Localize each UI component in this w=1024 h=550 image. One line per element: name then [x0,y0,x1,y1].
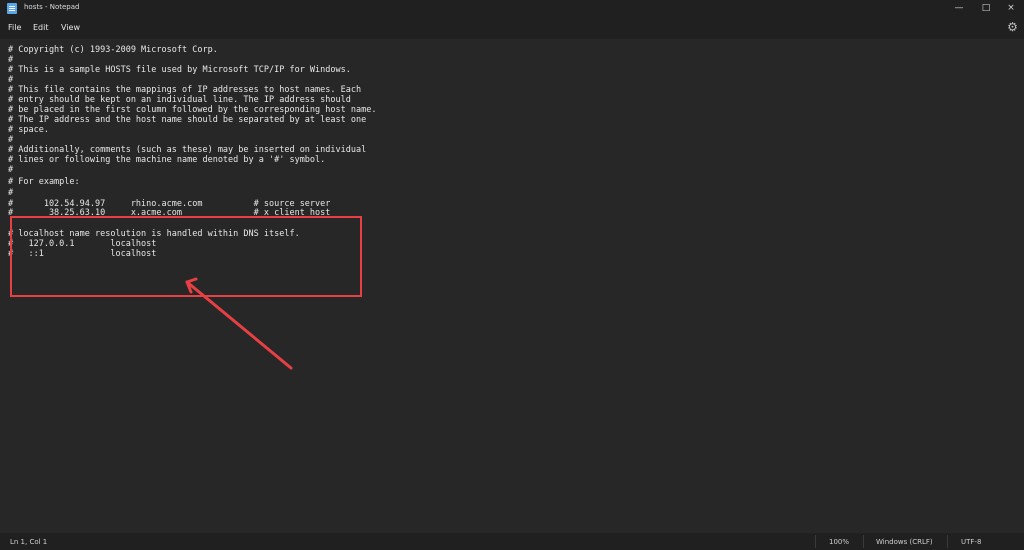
status-divider [947,535,948,548]
editor-line: # be placed in the first column followed… [8,105,377,115]
editor-line: # The IP address and the host name shoul… [8,115,367,125]
editor-line: # [8,165,14,175]
edit-menu[interactable]: Edit [33,23,49,32]
status-bar: Ln 1, Col 1 100% Windows (CRLF) UTF-8 [0,533,1024,550]
editor-line: # For example: [8,177,80,187]
editor-line: # [8,135,14,145]
editor-line: # space. [8,125,49,135]
maximize-button[interactable]: □ [972,0,1000,17]
notepad-icon [7,3,17,14]
status-divider [863,535,864,548]
status-divider [815,535,816,548]
editor-line: # [8,75,14,85]
view-menu[interactable]: View [61,23,80,32]
window-title: hosts - Notepad [24,3,80,11]
minimize-button[interactable]: — [945,0,973,17]
menu-bar: File Edit View ⚙ [0,17,1024,39]
encoding[interactable]: UTF-8 [961,538,981,546]
editor-line: # entry should be kept on an individual … [8,95,351,105]
close-button[interactable]: × [997,0,1024,17]
editor-line: # [8,55,14,65]
cursor-position: Ln 1, Col 1 [10,538,48,546]
zoom-level[interactable]: 100% [829,538,849,546]
file-menu[interactable]: File [8,23,21,32]
editor-line: # This file contains the mappings of IP … [8,85,362,95]
editor-line: # lines or following the machine name de… [8,155,326,165]
gear-icon[interactable]: ⚙ [1006,21,1019,34]
title-bar[interactable]: hosts - Notepad — □ × [0,0,1024,17]
annotation-highlight-box [10,216,362,297]
editor-line: # Copyright (c) 1993-2009 Microsoft Corp… [8,45,218,55]
editor-line: # Additionally, comments (such as these)… [8,145,367,155]
line-ending[interactable]: Windows (CRLF) [876,538,933,546]
editor-line: # This is a sample HOSTS file used by Mi… [8,65,351,75]
editor-line: # [8,188,14,198]
